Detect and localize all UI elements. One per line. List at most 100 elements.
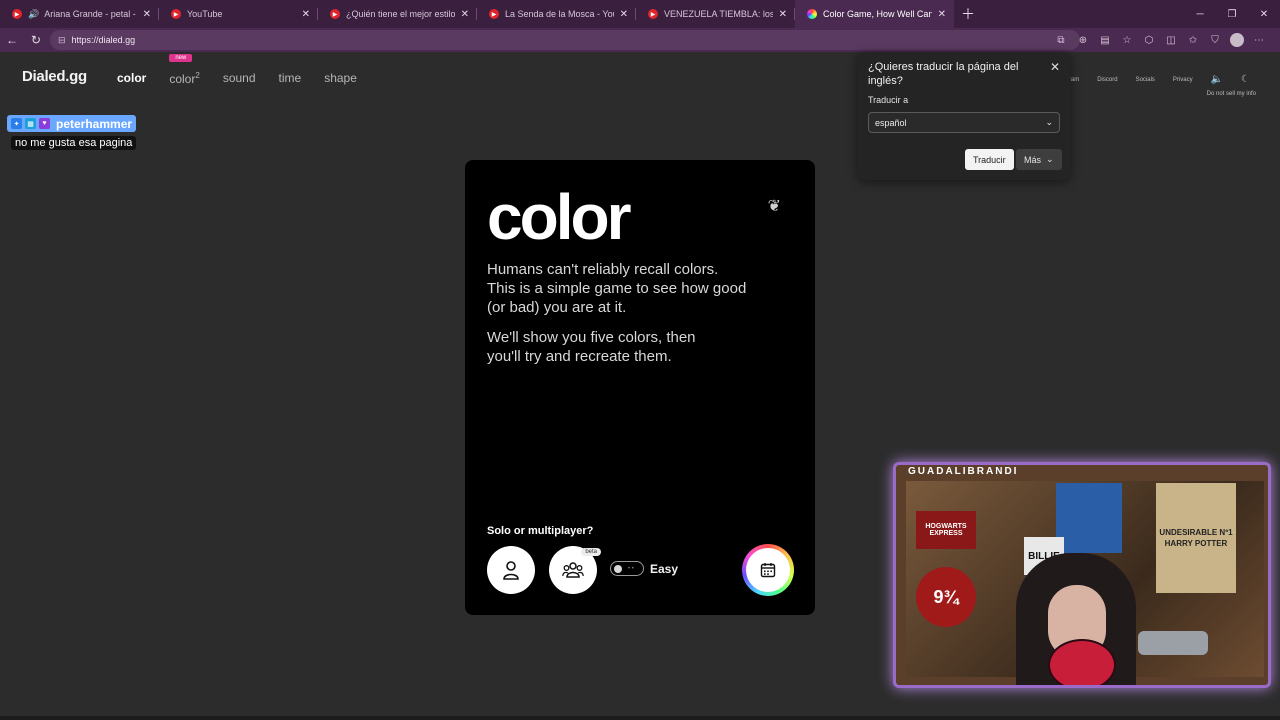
chat-username: peterhammer: [56, 116, 133, 131]
minimize-icon[interactable]: ─: [1184, 0, 1216, 28]
tab-title: La Senda de la Mosca - YouTube: [505, 9, 614, 19]
language-select-value: español: [875, 117, 907, 128]
privacy-link[interactable]: Privacy: [1173, 77, 1193, 83]
rainbow-icon: [807, 9, 817, 19]
discord-link[interactable]: Discord: [1097, 77, 1117, 83]
profile-avatar[interactable]: [1230, 33, 1244, 47]
refresh-button[interactable]: ↻: [24, 28, 48, 52]
more-button[interactable]: Más ⌄: [1016, 149, 1062, 170]
youtube-icon: ▶: [489, 9, 499, 19]
person-icon: [503, 561, 519, 580]
undesirable-poster: UNDESIRABLE Nº1 HARRY POTTER: [1156, 483, 1236, 593]
tab-title: ¿Quién tiene el mejor estilo? Lit K: [346, 9, 455, 19]
chat-message: no me gusta esa pagina: [11, 136, 137, 150]
close-tab-icon[interactable]: ✕: [302, 9, 310, 20]
nav-color2[interactable]: new color2: [169, 54, 200, 86]
youtube-icon: ▶: [330, 9, 340, 19]
streamer-avatar: [1048, 639, 1116, 685]
browser-tab[interactable]: ▶ ¿Quién tiene el mejor estilo? Lit K ✕: [318, 0, 477, 28]
translate-to-label: Traducir a: [868, 95, 909, 105]
reader-icon[interactable]: ▤: [1094, 28, 1116, 52]
url-field[interactable]: ⊟ https://dialed.gg: [50, 30, 1080, 50]
chat-badge-icon: ✦: [11, 118, 22, 129]
new-badge: new: [169, 54, 193, 62]
do-not-sell-link[interactable]: Do not sell my info: [1207, 91, 1256, 97]
toolbar-icons: ⧉ ⊕ ▤ ☆ ⬡ ◫ ✩ ⛉ ⋯: [1050, 28, 1270, 52]
difficulty-toggle[interactable]: • •: [610, 561, 644, 576]
browser-tab-active[interactable]: Color Game, How Well Can You Re ✕: [795, 0, 954, 28]
tab-bar: ▶ 🔊 Ariana Grande - petal - YouTu ✕ ▶ Yo…: [0, 0, 1280, 28]
sound-toggle-icon[interactable]: 🔈: [1211, 74, 1223, 85]
tab-title: Ariana Grande - petal - YouTu: [44, 9, 136, 19]
site-logo[interactable]: Dialed.gg: [22, 68, 87, 85]
site-info-icon[interactable]: ⊟: [58, 35, 66, 46]
shield-icon[interactable]: ⛉: [1204, 28, 1226, 52]
intro-paragraph: Humans can't reliably recall colors. Thi…: [487, 261, 747, 316]
tab-title: Color Game, How Well Can You Re: [823, 9, 932, 19]
chat-badge-icon: ▦: [25, 118, 36, 129]
translate-icon[interactable]: ⧉: [1050, 28, 1072, 52]
close-tab-icon[interactable]: ✕: [461, 9, 469, 20]
chevron-down-icon: ⌄: [1045, 117, 1053, 127]
close-window-icon[interactable]: ✕: [1248, 0, 1280, 28]
restore-icon[interactable]: ❐: [1216, 0, 1248, 28]
webcam-overlay: GUADALIBRANDI HOGWARTS EXPRESS 9¾ BILLIE…: [893, 462, 1271, 688]
translate-question: ¿Quieres traducir la página del inglés?: [868, 61, 1019, 87]
laurel-icon[interactable]: ❦: [768, 196, 781, 216]
toggle-knob: [614, 564, 622, 573]
nav-shape[interactable]: shape: [324, 71, 357, 86]
address-bar: ← ↻ ⊟ https://dialed.gg ⧉ ⊕ ▤ ☆ ⬡ ◫ ✩ ⛉ …: [0, 28, 1280, 52]
speaker-icon[interactable]: 🔊: [28, 9, 39, 20]
chat-badge-icon: ♥: [39, 118, 50, 129]
socials-link[interactable]: Socials: [1136, 77, 1155, 83]
nav-color2-superscript: 2: [195, 71, 200, 80]
nav-time[interactable]: time: [279, 71, 302, 86]
extensions-icon[interactable]: ⬡: [1138, 28, 1160, 52]
chat-username-badge: ✦ ▦ ♥ peterhammer: [7, 115, 137, 132]
close-tab-icon[interactable]: ✕: [143, 9, 151, 20]
difficulty-label: Easy: [650, 562, 679, 576]
zoom-icon[interactable]: ⊕: [1072, 28, 1094, 52]
close-tab-icon[interactable]: ✕: [779, 9, 787, 20]
bottom-edge: [0, 716, 1280, 720]
microphone: [1138, 631, 1208, 655]
calendar-icon: [760, 563, 776, 578]
toggle-dots: • •: [628, 565, 634, 572]
instructions-paragraph: We'll show you five colors, then you'll …: [487, 329, 696, 365]
browser-tab[interactable]: ▶ 🔊 Ariana Grande - petal - YouTu ✕: [0, 0, 159, 28]
youtube-icon: ▶: [648, 9, 658, 19]
solo-button[interactable]: [487, 546, 535, 594]
split-screen-icon[interactable]: ◫: [1160, 28, 1182, 52]
browser-tab[interactable]: ▶ La Senda de la Mosca - YouTube ✕: [477, 0, 636, 28]
movie-poster: [1056, 483, 1122, 553]
daily-challenge-button[interactable]: [742, 544, 794, 596]
translate-popup: ¿Quieres traducir la página del inglés? …: [858, 52, 1070, 180]
new-tab-button[interactable]: ＋: [954, 0, 982, 28]
favorites-icon[interactable]: ✩: [1182, 28, 1204, 52]
chevron-down-icon: ⌄: [1046, 154, 1054, 164]
browser-tab[interactable]: ▶ VENEZUELA TIEMBLA: los héroes - ✕: [636, 0, 795, 28]
close-tab-icon[interactable]: ✕: [620, 9, 628, 20]
platform-sign: 9¾: [916, 567, 976, 627]
nav-color2-label: color: [169, 72, 196, 86]
group-icon: [562, 562, 584, 578]
favorite-star-icon[interactable]: ☆: [1116, 28, 1138, 52]
daily-button-inner: [746, 548, 790, 592]
back-button[interactable]: ←: [0, 28, 24, 52]
multiplayer-button[interactable]: beta: [549, 546, 601, 594]
hogwarts-express-poster: HOGWARTS EXPRESS: [916, 511, 976, 549]
browser-tab[interactable]: ▶ YouTube ✕: [159, 0, 318, 28]
game-title: color: [487, 181, 631, 253]
window-controls: ─ ❐ ✕: [1184, 0, 1280, 28]
nav-sound[interactable]: sound: [223, 71, 256, 86]
close-icon[interactable]: ✕: [1050, 60, 1060, 74]
more-menu-icon[interactable]: ⋯: [1248, 28, 1270, 52]
streamer-name: GUADALIBRANDI: [908, 466, 1019, 477]
close-tab-icon[interactable]: ✕: [938, 9, 946, 20]
nav-color[interactable]: color: [117, 71, 146, 86]
translate-button[interactable]: Traducir: [965, 149, 1014, 170]
language-select[interactable]: español ⌄: [868, 112, 1060, 133]
dark-mode-icon[interactable]: ☾: [1241, 74, 1250, 85]
site-nav: color new color2 sound time shape: [117, 54, 380, 86]
game-card: color ❦ Humans can't reliably recall col…: [465, 160, 815, 615]
